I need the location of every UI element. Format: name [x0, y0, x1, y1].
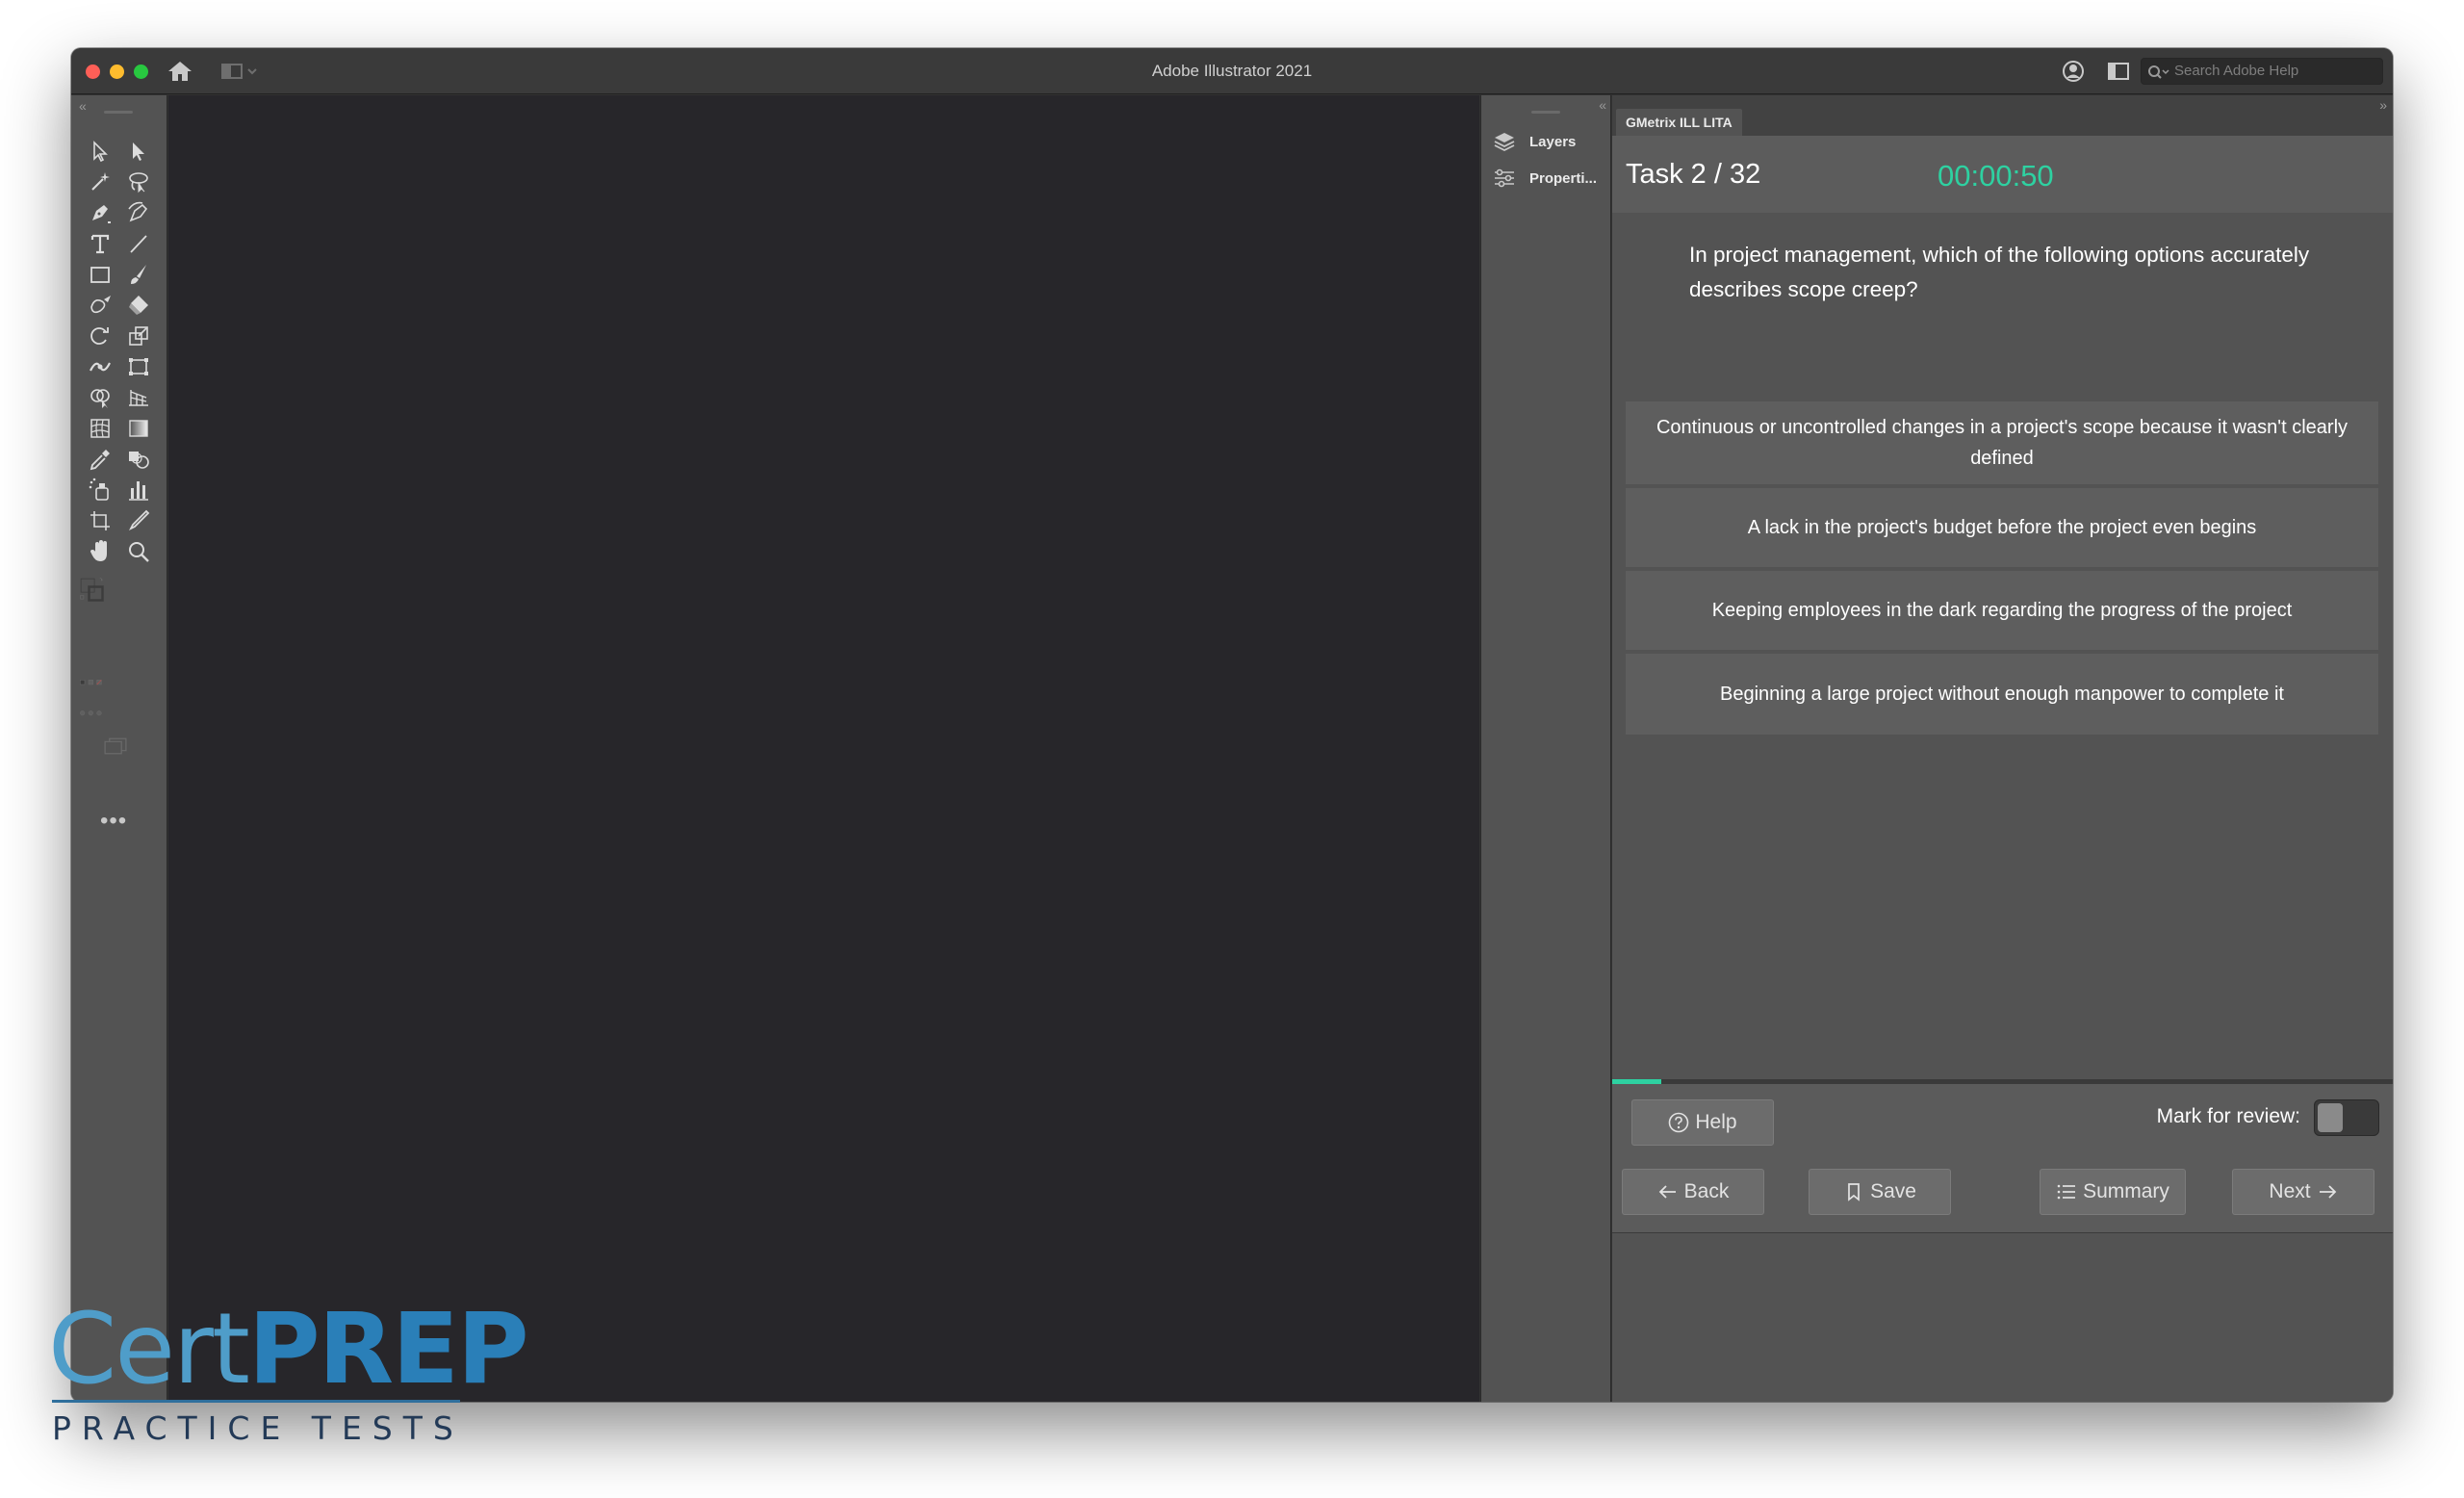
arrow-right-icon: [2319, 1185, 2336, 1199]
user-account-icon[interactable]: [2062, 60, 2085, 83]
certprep-logo: CertPREP PRACTICE TESTS: [48, 1301, 529, 1448]
perspective-grid-tool-icon[interactable]: [125, 384, 152, 411]
expand-panel-icon[interactable]: »: [2379, 97, 2387, 113]
next-label: Next: [2269, 1180, 2311, 1202]
illustrator-window: Adobe Illustrator 2021 Search Adobe Help…: [71, 48, 2393, 1402]
save-button[interactable]: Save: [1809, 1169, 1951, 1215]
collapse-tools-icon[interactable]: «: [79, 98, 87, 114]
answer-option-4[interactable]: Beginning a large project without enough…: [1626, 654, 2378, 735]
line-segment-tool-icon[interactable]: [125, 230, 152, 257]
list-icon: [2057, 1184, 2076, 1200]
scale-tool-icon[interactable]: [125, 323, 152, 349]
save-label: Save: [1870, 1180, 1916, 1202]
tab-gmetrix[interactable]: GMetrix ILL LITA: [1616, 109, 1742, 136]
search-adobe-help-input[interactable]: Search Adobe Help: [2141, 58, 2383, 85]
gmetrix-footer: Help Mark for review: Back Save Summary …: [1612, 1084, 2393, 1233]
back-label: Back: [1683, 1180, 1730, 1202]
title-bar: Adobe Illustrator 2021 Search Adobe Help: [71, 48, 2393, 94]
paintbrush-tool-icon[interactable]: [125, 261, 152, 288]
search-placeholder: Search Adobe Help: [2174, 63, 2299, 79]
help-label: Help: [1695, 1111, 1737, 1133]
properties-panel-button[interactable]: Properti...: [1481, 161, 1612, 195]
collapse-panels-icon[interactable]: «: [1599, 97, 1606, 113]
help-button[interactable]: Help: [1631, 1099, 1774, 1146]
zoom-tool-icon[interactable]: [125, 538, 152, 565]
tools-panel: « •••: [71, 95, 167, 1402]
logo-divider: [52, 1400, 460, 1403]
answer-option-3[interactable]: Keeping employees in the dark regarding …: [1626, 571, 2378, 650]
drawing-modes-icons[interactable]: [79, 700, 160, 719]
back-button[interactable]: Back: [1622, 1169, 1764, 1215]
direct-selection-tool-icon[interactable]: [125, 138, 152, 165]
answer-option-2[interactable]: A lack in the project's budget before th…: [1626, 488, 2378, 567]
curvature-tool-icon[interactable]: [125, 199, 152, 226]
tools-grip[interactable]: [104, 111, 133, 114]
hand-tool-icon[interactable]: [87, 538, 114, 565]
color-mode-icons[interactable]: [79, 669, 160, 688]
column-graph-tool-icon[interactable]: [125, 477, 152, 504]
layers-icon: [1494, 133, 1515, 152]
help-icon: [1669, 1112, 1689, 1133]
properties-icon: [1495, 168, 1514, 188]
layers-label: Layers: [1529, 133, 1577, 150]
next-button[interactable]: Next: [2232, 1169, 2374, 1215]
mesh-tool-icon[interactable]: [87, 415, 114, 442]
brand-part-2: PREP: [247, 1292, 529, 1407]
brand-part-1: Cert: [48, 1292, 250, 1407]
rotate-tool-icon[interactable]: [87, 323, 114, 349]
toggle-knob: [2318, 1103, 2343, 1132]
width-tool-icon[interactable]: [87, 353, 114, 380]
screen-mode-icon[interactable]: [102, 733, 137, 756]
task-counter: Task 2 / 32: [1626, 159, 1761, 190]
summary-label: Summary: [2083, 1180, 2169, 1202]
gmetrix-tab-bar: GMetrix ILL LITA »: [1612, 95, 2393, 136]
mark-for-review-label: Mark for review:: [2156, 1105, 2300, 1127]
fill-stroke-swatches-icon[interactable]: [79, 577, 156, 654]
answer-option-1[interactable]: Continuous or uncontrolled changes in a …: [1626, 401, 2378, 484]
gradient-tool-icon[interactable]: [125, 415, 152, 442]
bookmark-icon: [1848, 1183, 1860, 1201]
rectangle-tool-icon[interactable]: [87, 261, 114, 288]
shape-builder-tool-icon[interactable]: [87, 384, 114, 411]
artboard-tool-icon[interactable]: [87, 507, 114, 534]
search-icon: [2147, 64, 2170, 79]
shaper-tool-icon[interactable]: [87, 292, 114, 319]
task-timer: 00:00:50: [1938, 159, 2054, 193]
task-header: Task 2 / 32 00:00:50: [1612, 136, 2393, 213]
certprep-wordmark: CertPREP: [48, 1301, 529, 1399]
slice-tool-icon[interactable]: [125, 507, 152, 534]
eyedropper-tool-icon[interactable]: [87, 446, 114, 473]
blend-tool-icon[interactable]: [125, 446, 152, 473]
pen-tool-icon[interactable]: [87, 199, 114, 226]
selection-tool-icon[interactable]: [87, 138, 114, 165]
layers-panel-button[interactable]: Layers: [1481, 124, 1612, 159]
collapsed-panels-column: « Layers Properti...: [1480, 95, 1611, 1402]
magic-wand-tool-icon[interactable]: [87, 168, 114, 195]
mark-for-review-toggle[interactable]: [2314, 1099, 2379, 1136]
window-title: Adobe Illustrator 2021: [1151, 62, 1313, 80]
question-text: In project management, which of the foll…: [1689, 243, 2310, 301]
panels-grip[interactable]: [1531, 111, 1560, 114]
properties-label: Properti...: [1529, 169, 1598, 187]
symbol-sprayer-tool-icon[interactable]: [87, 477, 114, 504]
summary-button[interactable]: Summary: [2040, 1169, 2186, 1215]
document-canvas[interactable]: [168, 95, 1479, 1402]
edit-toolbar-more-icon[interactable]: •••: [100, 808, 127, 835]
logo-tagline: PRACTICE TESTS: [52, 1409, 464, 1447]
arrow-left-icon: [1658, 1185, 1676, 1199]
free-transform-tool-icon[interactable]: [125, 353, 152, 380]
arrange-documents-icon[interactable]: [2108, 63, 2129, 80]
lasso-tool-icon[interactable]: [125, 168, 152, 195]
gmetrix-panel: GMetrix ILL LITA » Task 2 / 32 00:00:50 …: [1612, 95, 2393, 1402]
eraser-tool-icon[interactable]: [125, 292, 152, 319]
type-tool-icon[interactable]: [87, 230, 114, 257]
